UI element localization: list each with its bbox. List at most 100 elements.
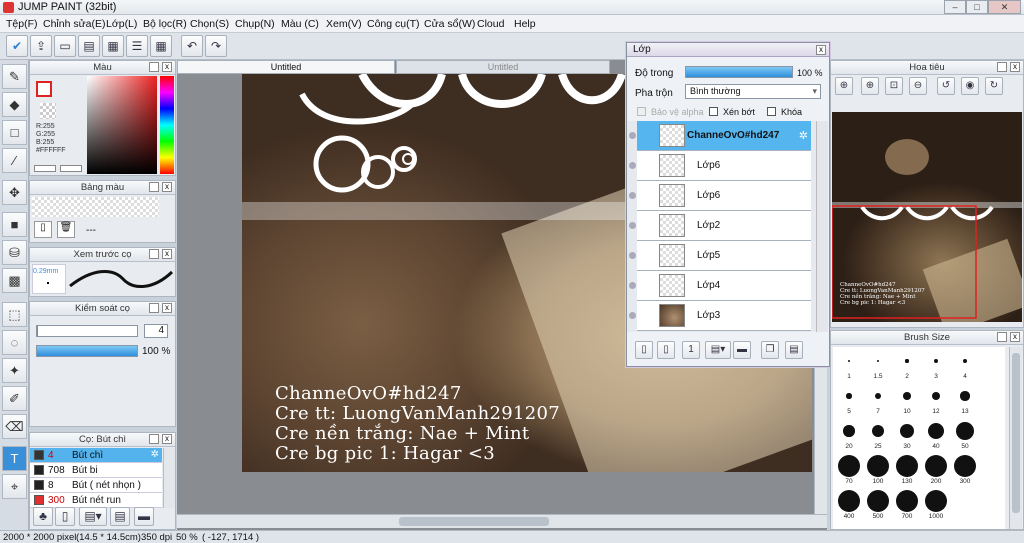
brush-size-input[interactable]: 4 — [144, 324, 168, 338]
brush-size-option[interactable]: 1000 — [922, 489, 950, 523]
zoom-in-step-icon[interactable]: ⊕ — [861, 77, 879, 95]
rotate-left-icon[interactable]: ↺ — [937, 77, 955, 95]
brush-folder-icon[interactable]: ▬ — [134, 507, 154, 526]
duplicate-layer-icon[interactable]: ❐ — [761, 341, 779, 359]
layer-visibility-icon[interactable] — [629, 162, 636, 169]
gear-icon[interactable]: ✲ — [799, 129, 808, 142]
layer-row[interactable]: Lớp3 — [629, 301, 811, 331]
menu-color[interactable]: Màu (C) — [281, 18, 319, 30]
tab-untitled-inactive[interactable]: Untitled — [396, 60, 610, 74]
menu-capture[interactable]: Chụp(N) — [235, 18, 275, 30]
menu-filter[interactable]: Bộ lọc(R) — [143, 18, 187, 30]
select-pen-tool-icon[interactable]: ✐ — [2, 386, 27, 411]
comment-icon[interactable]: ▭ — [54, 35, 76, 57]
brush-size-scrollbar[interactable] — [1009, 347, 1022, 529]
gear-icon[interactable]: ✲ — [151, 449, 159, 460]
zoom-in-icon[interactable]: ⊕ — [835, 77, 853, 95]
close-icon[interactable]: x — [162, 62, 172, 72]
scroll-thumb[interactable] — [399, 517, 549, 526]
undo-icon[interactable]: ↶ — [181, 35, 203, 57]
brush-list-item[interactable]: 708 Bút bi — [30, 463, 162, 478]
brush-size-option[interactable]: 10 — [893, 384, 921, 418]
brush-size-option[interactable]: 500 — [864, 489, 892, 523]
layer-visibility-icon[interactable] — [629, 282, 636, 289]
palette-swatches[interactable] — [32, 197, 159, 217]
layer-menu-icon[interactable]: ▤▾ — [705, 341, 731, 359]
layer-visibility-icon[interactable] — [629, 222, 636, 229]
brush-list-item[interactable]: 4 Bút chì ✲ — [30, 448, 162, 463]
layer-row[interactable]: Lớp6 — [629, 181, 811, 211]
horizontal-scrollbar[interactable] — [177, 514, 827, 528]
close-icon[interactable]: x — [1010, 332, 1020, 342]
rect-select-tool-icon[interactable]: □ — [2, 120, 27, 145]
magic-wand-tool-icon[interactable]: ✦ — [2, 358, 27, 383]
brush-size-option[interactable]: 7 — [864, 384, 892, 418]
caption-icon[interactable]: ▤ — [78, 35, 100, 57]
layer-row[interactable]: Lớp4 — [629, 271, 811, 301]
hue-slider[interactable] — [160, 76, 174, 174]
list-icon[interactable]: ☰ — [126, 35, 148, 57]
marquee-tool-icon[interactable]: ⬚ — [2, 302, 27, 327]
line-tool-icon[interactable]: ⁄ — [2, 148, 27, 173]
menu-view[interactable]: Xem(V) — [326, 18, 362, 30]
brush-settings-icon[interactable]: ▤ — [110, 507, 130, 526]
brush-size-option[interactable]: 130 — [893, 454, 921, 488]
brush-size-option[interactable]: 13 — [951, 384, 979, 418]
color-mode-button[interactable] — [34, 165, 56, 172]
lasso-tool-icon[interactable]: ◌ — [2, 330, 27, 355]
menu-tools[interactable]: Công cụ(T) — [367, 18, 420, 30]
brush-size-option[interactable]: 50 — [951, 419, 979, 453]
layer-folder-icon[interactable]: ▬ — [733, 341, 751, 359]
close-icon[interactable]: x — [162, 182, 172, 192]
close-icon[interactable]: x — [162, 303, 172, 313]
brush-tree-icon[interactable]: ♣ — [33, 507, 53, 526]
check-icon[interactable]: ✔ — [6, 35, 28, 57]
layer-visibility-icon[interactable] — [629, 252, 636, 259]
brush-size-option[interactable]: 5 — [835, 384, 863, 418]
select-eraser-tool-icon[interactable]: ⌫ — [2, 414, 27, 439]
brush-list-item[interactable]: 8 Bút ( nét nhọn ) — [30, 478, 162, 493]
bucket-tool-icon[interactable]: ⛁ — [2, 240, 27, 265]
maximize-icon[interactable] — [149, 434, 159, 444]
close-icon[interactable]: x — [816, 45, 826, 55]
maximize-icon[interactable] — [997, 62, 1007, 72]
menu-select[interactable]: Chọn(S) — [190, 18, 229, 30]
move-tool-icon[interactable]: ✥ — [2, 180, 27, 205]
color-swap-button[interactable] — [60, 165, 82, 172]
layer-row[interactable]: Lớp6 — [629, 151, 811, 181]
maximize-icon[interactable] — [149, 249, 159, 259]
minimize-button[interactable]: – — [944, 0, 966, 14]
brush-size-option[interactable]: 1.5 — [864, 349, 892, 383]
brush-size-option[interactable]: 1 — [835, 349, 863, 383]
close-button[interactable]: ✕ — [988, 0, 1021, 14]
brush-size-option[interactable]: 700 — [893, 489, 921, 523]
brush-size-option[interactable]: 12 — [922, 384, 950, 418]
brush-tool-icon[interactable]: ✎ — [2, 64, 27, 89]
navigator-preview[interactable]: ChanneOvO#hd247 Cre tt: LuongVanManh2912… — [831, 112, 1024, 336]
brush-size-option[interactable]: 40 — [922, 419, 950, 453]
menu-edit[interactable]: Chỉnh sửa(E) — [43, 18, 105, 30]
brush-size-option[interactable]: 100 — [864, 454, 892, 488]
layer-visibility-icon[interactable] — [629, 192, 636, 199]
foreground-color-swatch[interactable] — [36, 81, 52, 97]
brush-size-option[interactable]: 2 — [893, 349, 921, 383]
layer-opacity-slider[interactable] — [685, 66, 793, 78]
layer-visibility-icon[interactable] — [629, 132, 636, 139]
protect-alpha-checkbox[interactable] — [637, 107, 646, 116]
new-layer-icon[interactable]: ▯ — [635, 341, 653, 359]
grid-icon[interactable]: ▦ — [150, 35, 172, 57]
brush-menu-icon[interactable]: ▤▾ — [79, 507, 107, 526]
document-icon[interactable]: ▦ — [102, 35, 124, 57]
color-square-picker[interactable] — [87, 76, 157, 174]
delete-palette-icon[interactable]: 🗑 — [57, 221, 75, 238]
brush-size-slider[interactable] — [36, 325, 138, 337]
rotate-reset-icon[interactable]: ◉ — [961, 77, 979, 95]
new-layer-1bit-icon[interactable]: ▯ — [657, 341, 675, 359]
gradient-tool-icon[interactable]: ▩ — [2, 268, 27, 293]
brush-size-option[interactable]: 25 — [864, 419, 892, 453]
text-tool-icon[interactable]: T — [2, 446, 27, 471]
brush-opacity-slider[interactable] — [36, 345, 138, 357]
layer-properties-icon[interactable]: ▤ — [785, 341, 803, 359]
brush-size-option[interactable]: 20 — [835, 419, 863, 453]
menu-file[interactable]: Tệp(F) — [6, 18, 38, 30]
